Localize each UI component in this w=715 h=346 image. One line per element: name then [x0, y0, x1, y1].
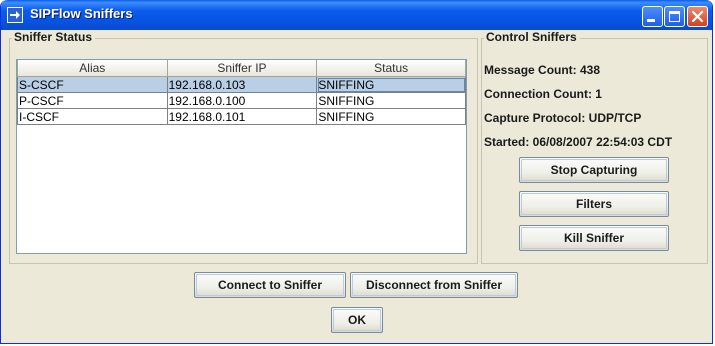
arrow-right-icon: [7, 7, 23, 23]
alias-cell: P-CSCF: [17, 92, 168, 109]
maximize-icon: [669, 11, 680, 22]
ok-button[interactable]: OK: [331, 307, 383, 333]
message-count: Message Count: 438: [484, 63, 601, 77]
filters-label: Filters: [575, 197, 612, 211]
column-header-sniffer-ip[interactable]: Sniffer IP: [166, 60, 318, 77]
connection-count: Connection Count: 1: [484, 87, 602, 101]
window-title: SIPFlow Sniffers: [30, 6, 133, 21]
control-sniffers-legend: Control Sniffers: [484, 30, 580, 44]
dialog-content: Sniffer Status Alias Sniffer IP Status S…: [5, 30, 708, 339]
table-row[interactable]: P-CSCF 192.168.0.100 SNIFFING: [17, 92, 466, 109]
filters-button[interactable]: Filters: [519, 191, 669, 217]
ip-cell: 192.168.0.100: [166, 92, 318, 109]
sniffer-table: Alias Sniffer IP Status S-CSCF 192.168.0…: [17, 60, 466, 125]
sniffer-status-legend: Sniffer Status: [12, 30, 96, 44]
close-icon: [691, 10, 704, 23]
close-button[interactable]: [687, 6, 708, 27]
disconnect-label: Disconnect from Sniffer: [365, 278, 503, 292]
connect-to-sniffer-button[interactable]: Connect to Sniffer: [194, 272, 346, 298]
column-header-status[interactable]: Status: [316, 60, 466, 77]
alias-cell: I-CSCF: [17, 108, 168, 125]
alias-cell: S-CSCF: [17, 76, 168, 93]
sniffers-window: SIPFlow Sniffers Sniffer Status Alias Sn…: [0, 0, 713, 344]
ip-cell: 192.168.0.103: [166, 76, 318, 93]
sniffer-table-area[interactable]: Alias Sniffer IP Status S-CSCF 192.168.0…: [16, 59, 467, 254]
started-time: Started: 06/08/2007 22:54:03 CDT: [484, 135, 673, 149]
status-cell: SNIFFING: [316, 76, 466, 93]
ip-cell: 192.168.0.101: [166, 108, 318, 125]
status-cell: SNIFFING: [316, 92, 466, 109]
connect-label: Connect to Sniffer: [218, 278, 322, 292]
stop-capturing-label: Stop Capturing: [550, 163, 638, 177]
minimize-icon: [647, 19, 655, 22]
ok-label: OK: [348, 313, 366, 327]
kill-sniffer-label: Kill Sniffer: [563, 231, 624, 245]
kill-sniffer-button[interactable]: Kill Sniffer: [519, 225, 669, 251]
maximize-button[interactable]: [664, 6, 685, 27]
status-cell: SNIFFING: [316, 108, 466, 125]
control-sniffers-group: Control Sniffers Message Count: 438 Conn…: [481, 30, 708, 264]
disconnect-from-sniffer-button[interactable]: Disconnect from Sniffer: [350, 272, 518, 298]
stop-capturing-button[interactable]: Stop Capturing: [519, 157, 669, 183]
table-row[interactable]: I-CSCF 192.168.0.101 SNIFFING: [17, 108, 466, 125]
sniffer-status-group: Sniffer Status Alias Sniffer IP Status S…: [9, 30, 478, 264]
table-row[interactable]: S-CSCF 192.168.0.103 SNIFFING: [17, 76, 466, 93]
title-bar[interactable]: SIPFlow Sniffers: [1, 0, 712, 30]
column-header-alias[interactable]: Alias: [17, 60, 168, 77]
capture-protocol: Capture Protocol: UDP/TCP: [484, 111, 642, 125]
minimize-button[interactable]: [642, 6, 663, 27]
